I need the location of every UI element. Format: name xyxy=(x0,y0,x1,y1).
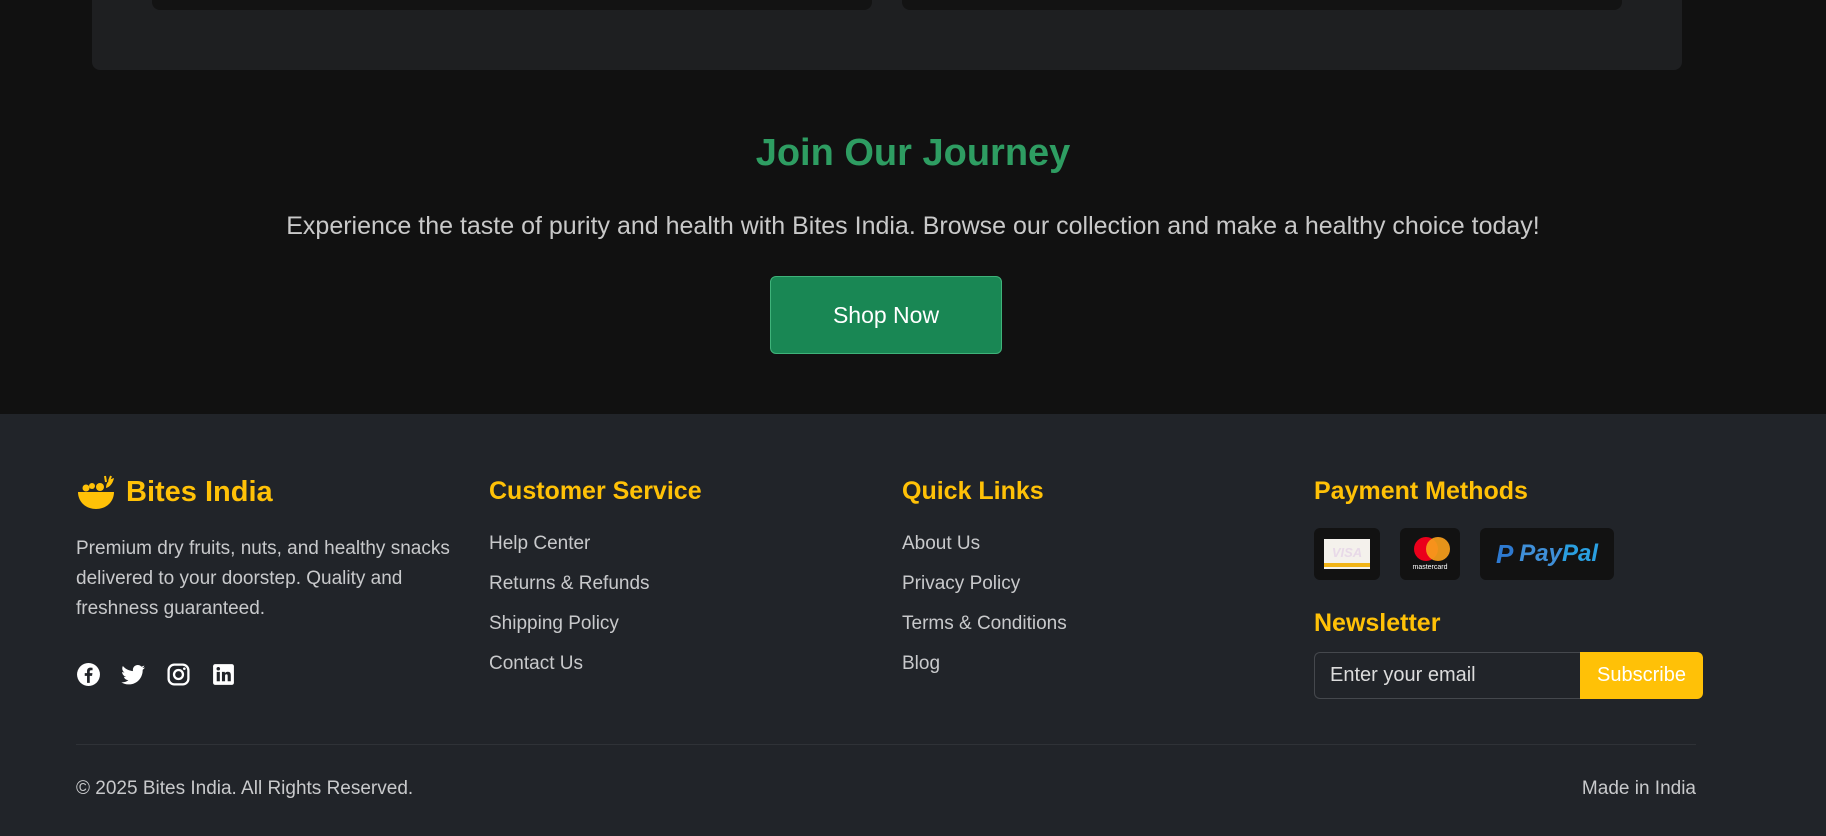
copyright-text: © 2025 Bites India. All Rights Reserved. xyxy=(76,778,414,799)
privacy-policy-link[interactable]: Privacy Policy xyxy=(902,564,1067,604)
twitter-icon[interactable] xyxy=(121,662,146,687)
fruit-bowl-icon xyxy=(78,475,114,509)
newsletter-heading: Newsletter xyxy=(1314,609,1441,637)
quick-links-heading: Quick Links xyxy=(902,477,1044,505)
instagram-icon[interactable] xyxy=(166,662,191,687)
newsletter-form: Subscribe xyxy=(1314,652,1703,699)
visa-logo: VISA xyxy=(1314,528,1380,580)
made-in-india-text: Made in India xyxy=(1581,778,1696,799)
customer-service-column: Customer Service Help Center Returns & R… xyxy=(489,474,702,684)
paypal-logo: P PayPal xyxy=(1480,528,1614,580)
cta-subtitle: Experience the taste of purity and healt… xyxy=(286,212,1540,240)
about-us-link[interactable]: About Us xyxy=(902,524,1067,564)
quick-links-column: Quick Links About Us Privacy Policy Term… xyxy=(902,474,1067,684)
newsletter-email-input[interactable] xyxy=(1314,652,1580,699)
brand-name: Bites India xyxy=(126,475,273,508)
payment-newsletter-column: Payment Methods VISA mastercard P PayPal… xyxy=(1314,474,1703,699)
help-center-link[interactable]: Help Center xyxy=(489,524,702,564)
previous-section-card xyxy=(92,0,1682,70)
subscribe-button[interactable]: Subscribe xyxy=(1580,652,1703,699)
facebook-icon[interactable] xyxy=(76,662,101,687)
site-footer: Bites India Premium dry fruits, nuts, an… xyxy=(0,414,1826,836)
visa-text: VISA xyxy=(1331,545,1363,560)
newsletter-block: Newsletter Subscribe xyxy=(1314,606,1703,699)
cta-title: Join Our Journey xyxy=(755,132,1071,174)
social-links xyxy=(76,662,236,687)
returns-refunds-link[interactable]: Returns & Refunds xyxy=(489,564,702,604)
card-panel-right xyxy=(902,0,1622,10)
blog-link[interactable]: Blog xyxy=(902,644,1067,684)
payment-methods-heading: Payment Methods xyxy=(1314,477,1528,505)
brand-description: Premium dry fruits, nuts, and healthy sn… xyxy=(76,538,450,619)
payment-logos: VISA mastercard P PayPal xyxy=(1314,528,1703,580)
footer-divider xyxy=(76,744,1696,745)
footer-brand[interactable]: Bites India xyxy=(76,474,273,510)
linkedin-icon[interactable] xyxy=(211,662,236,687)
customer-service-heading: Customer Service xyxy=(489,477,702,505)
card-panel-left xyxy=(152,0,872,10)
mastercard-text: mastercard xyxy=(1412,564,1448,571)
mastercard-logo: mastercard xyxy=(1400,528,1460,580)
contact-us-link[interactable]: Contact Us xyxy=(489,644,702,684)
paypal-p-icon: P xyxy=(1495,538,1514,569)
paypal-pay-text: Pay xyxy=(1519,540,1562,567)
shipping-policy-link[interactable]: Shipping Policy xyxy=(489,604,702,644)
terms-conditions-link[interactable]: Terms & Conditions xyxy=(902,604,1067,644)
join-journey-section: Join Our Journey Experience the taste of… xyxy=(0,70,1826,414)
paypal-pal-text: Pal xyxy=(1562,540,1599,567)
shop-now-button[interactable]: Shop Now xyxy=(770,276,1002,354)
